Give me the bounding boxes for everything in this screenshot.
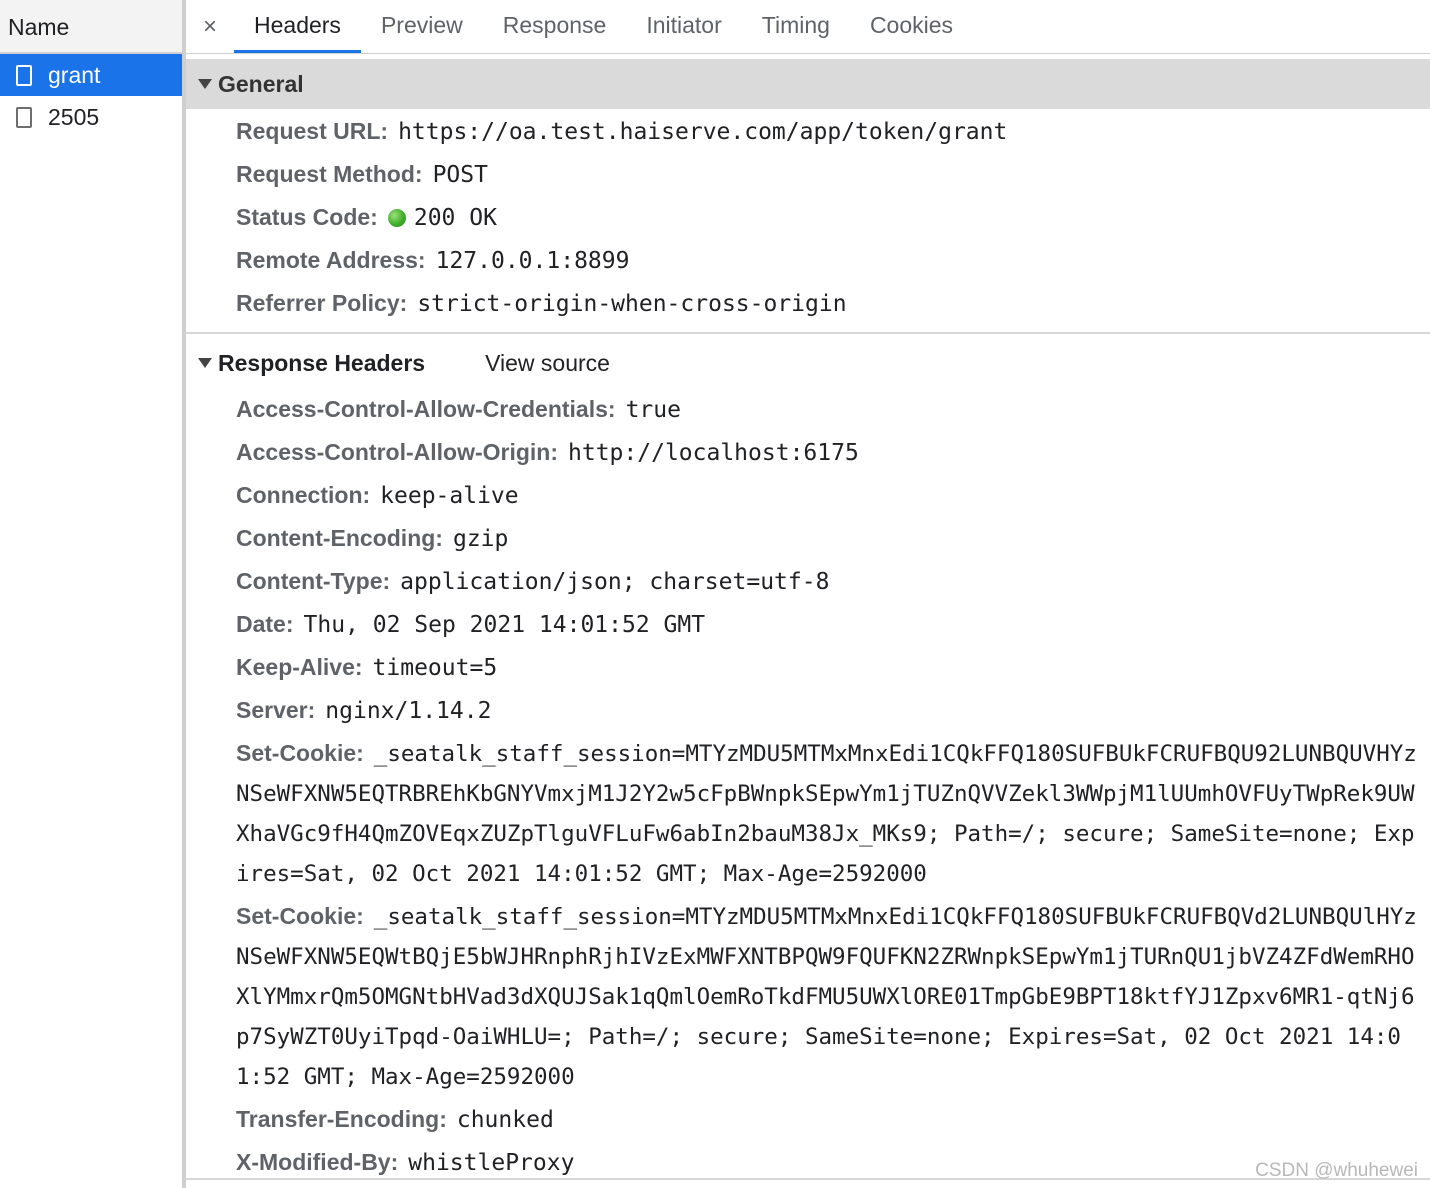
header-key: Access-Control-Allow-Origin: [236, 439, 559, 465]
tab-initiator[interactable]: Initiator [626, 0, 741, 53]
tab-response[interactable]: Response [483, 0, 627, 53]
header-value: chunked [456, 1107, 554, 1133]
watermark: CSDN @whuhewei [1255, 1160, 1418, 1181]
request-row-2505[interactable]: 2505 [0, 96, 182, 138]
header-key: X-Modified-By: [236, 1149, 399, 1175]
tab-timing[interactable]: Timing [742, 0, 850, 53]
triangle-down-icon [198, 358, 212, 368]
header-key: Transfer-Encoding: [236, 1106, 447, 1132]
devtools-network-panel: Name grant 2505 × Headers Preview Respon… [0, 0, 1430, 1188]
header-key: Referrer Policy: [236, 290, 408, 316]
general-row-referrer-policy: Referrer Policy: strict-origin-when-cross… [236, 283, 1424, 324]
header-value: whistleProxy [408, 1150, 575, 1176]
response-header-row: Server: nginx/1.14.2 [236, 690, 1424, 731]
header-key: Content-Type: [236, 568, 391, 594]
response-header-row: Set-Cookie: _seatalk_staff_session=MTYzMD… [236, 733, 1424, 894]
view-source-link[interactable]: View source [485, 350, 610, 377]
request-list: Name grant 2505 [0, 0, 182, 1188]
section-divider [186, 1178, 1430, 1180]
status-ok-icon [387, 209, 406, 227]
header-key: Request URL: [236, 118, 389, 144]
general-row-request-method: Request Method: POST [236, 154, 1424, 195]
request-details: × Headers Preview Response Initiator Tim… [186, 0, 1430, 1188]
general-title: General [218, 70, 304, 97]
tab-cookies[interactable]: Cookies [850, 0, 973, 53]
response-header-rows: Access-Control-Allow-Credentials: true Ac… [186, 389, 1430, 1183]
response-header-row: Content-Encoding: gzip [236, 518, 1424, 559]
tab-preview[interactable]: Preview [361, 0, 483, 53]
header-key: Access-Control-Allow-Credentials: [236, 396, 616, 422]
tab-headers[interactable]: Headers [234, 0, 361, 53]
header-key: Connection: [236, 482, 371, 508]
request-row-grant[interactable]: grant [0, 54, 182, 96]
response-header-row: Keep-Alive: timeout=5 [236, 647, 1424, 688]
response-header-row: X-Modified-By: whistleProxy [236, 1142, 1424, 1183]
response-header-row: Access-Control-Allow-Credentials: true [236, 389, 1424, 430]
header-value: POST [432, 162, 488, 188]
header-value: http://localhost:6175 [568, 440, 859, 466]
header-value: _seatalk_staff_session=MTYzMDU5MTMxMnxEd… [236, 904, 1417, 1090]
document-icon [16, 64, 32, 86]
header-value: 127.0.0.1:8899 [435, 248, 630, 274]
response-headers-section-header[interactable]: Response Headers View source [186, 337, 1430, 389]
request-name: 2505 [48, 103, 100, 130]
header-key: Set-Cookie: [236, 903, 364, 929]
document-icon [16, 106, 32, 128]
general-rows: Request URL: https://oa.test.haiserve.com… [186, 109, 1430, 324]
details-tabbar: × Headers Preview Response Initiator Tim… [186, 0, 1430, 54]
close-icon[interactable]: × [186, 0, 234, 53]
header-key: Date: [236, 611, 294, 637]
header-key: Remote Address: [236, 247, 426, 273]
response-header-row: Transfer-Encoding: chunked [236, 1099, 1424, 1140]
header-value: https://oa.test.haiserve.com/app/token/g… [398, 119, 1008, 145]
general-row-request-url: Request URL: https://oa.test.haiserve.com… [236, 111, 1424, 152]
header-value: keep-alive [380, 483, 519, 509]
header-value: strict-origin-when-cross-origin [417, 291, 847, 317]
triangle-down-icon [198, 79, 212, 89]
header-value: gzip [452, 526, 509, 552]
header-value: nginx/1.14.2 [325, 698, 492, 724]
response-header-row: Date: Thu, 02 Sep 2021 14:01:52 GMT [236, 604, 1424, 645]
header-key: Server: [236, 697, 316, 723]
header-key: Content-Encoding: [236, 525, 443, 551]
header-value: Thu, 02 Sep 2021 14:01:52 GMT [303, 612, 706, 638]
header-key: Request Method: [236, 161, 423, 187]
header-value: _seatalk_staff_session=MTYzMDU5MTMxMnxEd… [236, 741, 1417, 887]
name-column-header[interactable]: Name [0, 0, 182, 54]
response-header-row: Access-Control-Allow-Origin: http://local… [236, 432, 1424, 473]
header-key: Status Code: [236, 204, 378, 230]
header-value: application/json; charset=utf-8 [400, 569, 830, 595]
response-header-row: Set-Cookie: _seatalk_staff_session=MTYzMD… [236, 896, 1424, 1097]
header-value: true [625, 397, 681, 423]
general-section-header[interactable]: General [186, 59, 1430, 109]
section-divider [186, 332, 1430, 334]
response-headers-title: Response Headers [218, 349, 426, 376]
header-key: Set-Cookie: [236, 740, 364, 766]
header-value: 200 OK [413, 205, 497, 231]
response-header-row: Connection: keep-alive [236, 475, 1424, 516]
header-value: timeout=5 [372, 655, 498, 681]
general-row-status-code: Status Code: 200 OK [236, 197, 1424, 238]
header-key: Keep-Alive: [236, 654, 363, 680]
request-name: grant [48, 61, 101, 88]
general-row-remote-address: Remote Address: 127.0.0.1:8899 [236, 240, 1424, 281]
response-header-row: Content-Type: application/json; charset=u… [236, 561, 1424, 602]
